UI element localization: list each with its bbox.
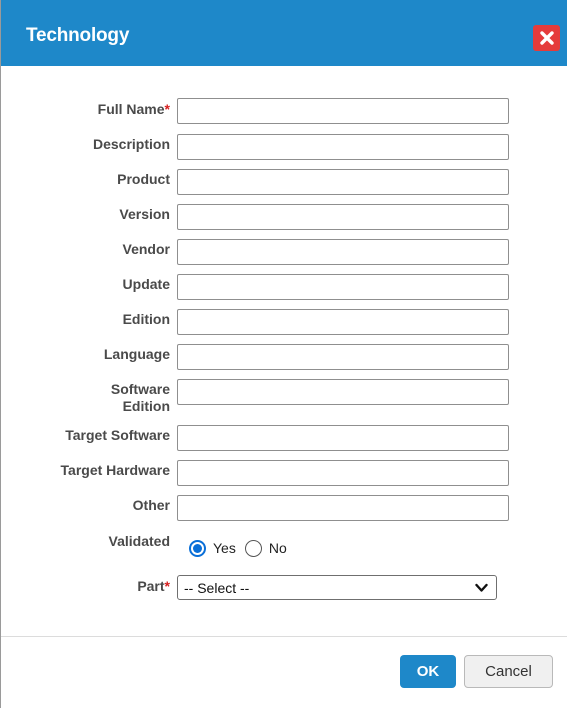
full-name-label: Full Name* bbox=[97, 101, 170, 117]
vendor-label: Vendor bbox=[122, 241, 170, 257]
product-label: Product bbox=[117, 171, 170, 187]
software-edition-label: Software bbox=[110, 381, 170, 397]
target-software-label: Target Software bbox=[65, 427, 170, 443]
dialog-title-bar: Technology bbox=[1, 0, 567, 66]
cancel-button[interactable]: Cancel bbox=[464, 655, 553, 688]
edition-label: Edition bbox=[122, 311, 170, 327]
validated-no-radio[interactable] bbox=[244, 539, 262, 557]
dialog-title: Technology bbox=[26, 25, 130, 46]
part-select-value: -- Select -- bbox=[184, 579, 250, 596]
part-select[interactable]: -- Select -- bbox=[177, 575, 497, 600]
validated-radio-group: Yes No bbox=[189, 535, 296, 561]
language-input[interactable] bbox=[177, 344, 509, 370]
software-edition-label-line2: Edition bbox=[122, 398, 170, 414]
target-software-input[interactable] bbox=[177, 425, 509, 451]
description-input[interactable] bbox=[177, 134, 509, 160]
vendor-input[interactable] bbox=[177, 239, 509, 265]
validated-yes-label[interactable]: Yes bbox=[213, 540, 236, 556]
close-button[interactable] bbox=[533, 25, 560, 51]
chevron-down-icon bbox=[475, 583, 488, 592]
version-label: Version bbox=[119, 206, 170, 222]
target-hardware-label: Target Hardware bbox=[60, 462, 170, 478]
validated-no-label[interactable]: No bbox=[269, 540, 287, 556]
validated-label: Validated bbox=[108, 533, 170, 549]
other-label: Other bbox=[132, 497, 170, 513]
part-label: Part* bbox=[137, 578, 170, 594]
update-label: Update bbox=[122, 276, 170, 292]
full-name-input[interactable] bbox=[177, 98, 509, 124]
product-input[interactable] bbox=[177, 169, 509, 195]
update-input[interactable] bbox=[177, 274, 509, 300]
required-mark: * bbox=[164, 578, 170, 594]
close-icon bbox=[539, 31, 554, 45]
edition-input[interactable] bbox=[177, 309, 509, 335]
language-label: Language bbox=[103, 346, 170, 362]
description-label: Description bbox=[92, 136, 170, 152]
footer-divider bbox=[1, 636, 567, 637]
software-edition-input[interactable] bbox=[177, 379, 509, 405]
other-input[interactable] bbox=[177, 495, 509, 521]
validated-yes-radio[interactable] bbox=[189, 539, 206, 557]
required-mark: * bbox=[164, 101, 170, 117]
version-input[interactable] bbox=[177, 204, 509, 230]
ok-button[interactable]: OK bbox=[400, 655, 456, 688]
target-hardware-input[interactable] bbox=[177, 460, 509, 486]
technology-dialog: Technology Full Name* Description Produc… bbox=[0, 0, 567, 708]
